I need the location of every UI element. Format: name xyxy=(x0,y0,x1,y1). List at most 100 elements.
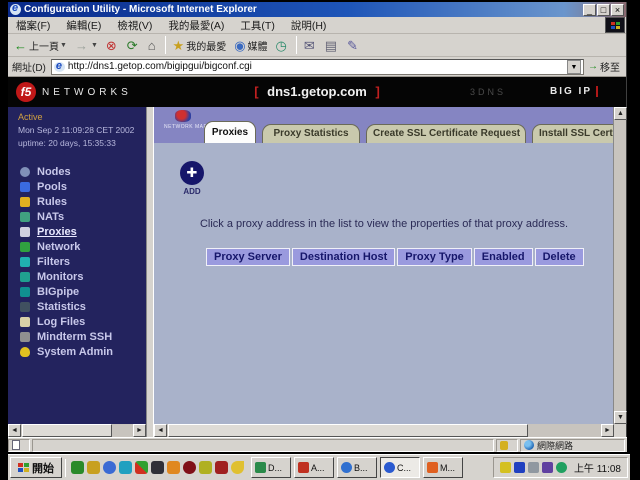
task-button-2[interactable]: A... xyxy=(294,457,334,478)
quicklaunch-icon-11[interactable] xyxy=(231,461,244,474)
task-button-1[interactable]: D... xyxy=(251,457,291,478)
scrollbar-thumb[interactable] xyxy=(22,424,112,437)
sidebar-item-rules[interactable]: Rules xyxy=(8,194,146,209)
mail-icon: ✉ xyxy=(304,39,315,52)
mail-button[interactable]: ✉ xyxy=(300,37,321,54)
tab-install-ssl-certificate[interactable]: Install SSL Certif xyxy=(532,124,614,143)
scroll-left-icon[interactable]: ◄ xyxy=(154,424,167,437)
quicklaunch-icon-10[interactable] xyxy=(215,461,228,474)
col-delete[interactable]: Delete xyxy=(535,248,584,266)
bigpipe-icon xyxy=(20,287,30,297)
favorites-button[interactable]: ★ 我的最愛 xyxy=(169,36,231,55)
media-button[interactable]: ◉ 媒體 xyxy=(230,36,271,55)
quicklaunch-icon-6[interactable] xyxy=(151,461,164,474)
sidebar-item-log-files[interactable]: Log Files xyxy=(8,314,146,329)
go-button[interactable]: → 移至 xyxy=(584,59,624,74)
ie-window-icon xyxy=(10,4,21,15)
forward-icon: → xyxy=(75,39,88,52)
col-enabled[interactable]: Enabled xyxy=(474,248,533,266)
quicklaunch-icon-5[interactable] xyxy=(135,461,148,474)
add-icon[interactable]: ✚ xyxy=(180,161,204,185)
home-button[interactable]: ⌂ xyxy=(144,37,162,54)
task-button-4-active[interactable]: C... xyxy=(380,457,420,478)
sidebar-item-system-admin[interactable]: System Admin xyxy=(8,344,146,359)
sidebar-item-mindterm-ssh[interactable]: Mindterm SSH xyxy=(8,329,146,344)
scroll-right-icon[interactable]: ► xyxy=(133,424,146,437)
tab-proxies[interactable]: Proxies xyxy=(204,121,256,143)
network-map-button[interactable]: NETWORK MAP xyxy=(164,110,202,140)
table-header-row: Proxy Server Destination Host Proxy Type… xyxy=(206,248,584,266)
sidebar-item-monitors[interactable]: Monitors xyxy=(8,269,146,284)
start-button[interactable]: 開始 xyxy=(10,457,62,478)
sidebar-horizontal-scrollbar[interactable]: ◄ ► xyxy=(8,424,146,437)
menu-file[interactable]: 檔案(F) xyxy=(8,18,58,33)
col-proxy-server[interactable]: Proxy Server xyxy=(206,248,290,266)
col-proxy-type[interactable]: Proxy Type xyxy=(397,248,472,266)
forward-button[interactable]: → ▼ xyxy=(71,37,102,54)
back-button[interactable]: ← 上一頁 ▼ xyxy=(10,36,71,55)
tray-icon-2[interactable] xyxy=(514,462,525,473)
quicklaunch-icon-4[interactable] xyxy=(119,461,132,474)
col-destination-host[interactable]: Destination Host xyxy=(292,248,395,266)
tray-icon-1[interactable] xyxy=(500,462,511,473)
sidebar-item-statistics[interactable]: Statistics xyxy=(8,299,146,314)
title-bar[interactable]: Configuration Utility - Microsoft Intern… xyxy=(8,2,626,17)
maximize-button[interactable]: □ xyxy=(597,4,610,16)
quicklaunch-icon-8[interactable] xyxy=(183,461,196,474)
stop-button[interactable]: ⊗ xyxy=(102,37,123,54)
scroll-right-icon[interactable]: ► xyxy=(601,424,614,437)
quicklaunch-icon-3[interactable] xyxy=(103,461,116,474)
scroll-left-icon[interactable]: ◄ xyxy=(8,424,21,437)
tab-create-ssl-certificate-request[interactable]: Create SSL Certificate Request xyxy=(366,124,526,143)
scrollbar-thumb[interactable] xyxy=(168,424,528,437)
sidebar-item-filters[interactable]: Filters xyxy=(8,254,146,269)
scroll-down-icon[interactable]: ▼ xyxy=(614,411,627,424)
quicklaunch-icon-7[interactable] xyxy=(167,461,180,474)
system-tray: 上午 11:08 xyxy=(493,457,628,478)
back-dropdown-icon[interactable]: ▼ xyxy=(60,42,67,49)
system-status: Active Mon Sep 2 11:09:28 CET 2002 uptim… xyxy=(8,107,146,152)
main-horizontal-scrollbar[interactable]: ◄ ► xyxy=(154,424,614,437)
quicklaunch-icon-9[interactable] xyxy=(199,461,212,474)
sidebar-item-pools[interactable]: Pools xyxy=(8,179,146,194)
menu-favorites[interactable]: 我的最愛(A) xyxy=(160,18,232,33)
sidebar-item-bigpipe[interactable]: BIGpipe xyxy=(8,284,146,299)
menu-edit[interactable]: 編輯(E) xyxy=(58,18,109,33)
refresh-button[interactable]: ⟳ xyxy=(123,37,144,54)
nodes-icon xyxy=(20,167,30,177)
tray-icon-5[interactable] xyxy=(556,462,567,473)
sidebar-item-proxies[interactable]: Proxies xyxy=(8,224,146,239)
quicklaunch-icon-2[interactable] xyxy=(87,461,100,474)
proxies-content: ✚ ADD Click a proxy address in the list … xyxy=(154,143,614,424)
address-input[interactable]: http://dns1.getop.com/bigipgui/bigconf.c… xyxy=(51,59,584,75)
task-button-5[interactable]: M... xyxy=(423,457,463,478)
minimize-button[interactable]: _ xyxy=(583,4,596,16)
sidebar-item-nats[interactable]: NATs xyxy=(8,209,146,224)
add-proxy-button[interactable]: ✚ ADD xyxy=(172,161,212,196)
taskbar-clock[interactable]: 上午 11:08 xyxy=(574,460,621,475)
sidebar-item-network[interactable]: Network xyxy=(8,239,146,254)
tab-strip: NETWORK MAP Proxies Proxy Statistics Cre… xyxy=(154,107,614,143)
quicklaunch-icon-1[interactable] xyxy=(71,461,84,474)
main-vertical-scrollbar[interactable]: ▲ ▼ xyxy=(613,107,626,424)
instruction-text: Click a proxy address in the list to vie… xyxy=(154,218,614,230)
address-dropdown-icon[interactable]: ▼ xyxy=(567,60,581,74)
edit-button[interactable]: ✎ xyxy=(343,37,364,54)
tray-icon-3[interactable] xyxy=(528,462,539,473)
tray-icon-4[interactable] xyxy=(542,462,553,473)
scroll-up-icon[interactable]: ▲ xyxy=(614,107,627,120)
close-button[interactable]: × xyxy=(611,4,624,16)
menu-view[interactable]: 檢視(V) xyxy=(109,18,160,33)
internet-zone-label: 網際網路 xyxy=(537,439,573,452)
tab-proxy-statistics[interactable]: Proxy Statistics xyxy=(262,124,360,143)
go-icon: → xyxy=(588,61,598,72)
history-button[interactable]: ◷ xyxy=(272,37,293,54)
frame-divider[interactable] xyxy=(146,107,154,437)
address-url[interactable]: http://dns1.getop.com/bigipgui/bigconf.c… xyxy=(68,61,567,72)
print-button[interactable]: ▤ xyxy=(321,37,343,54)
menu-help[interactable]: 說明(H) xyxy=(283,18,335,33)
task-button-3[interactable]: B... xyxy=(337,457,377,478)
menu-tools[interactable]: 工具(T) xyxy=(232,18,282,33)
sidebar-item-nodes[interactable]: Nodes xyxy=(8,164,146,179)
forward-dropdown-icon[interactable]: ▼ xyxy=(91,42,98,49)
